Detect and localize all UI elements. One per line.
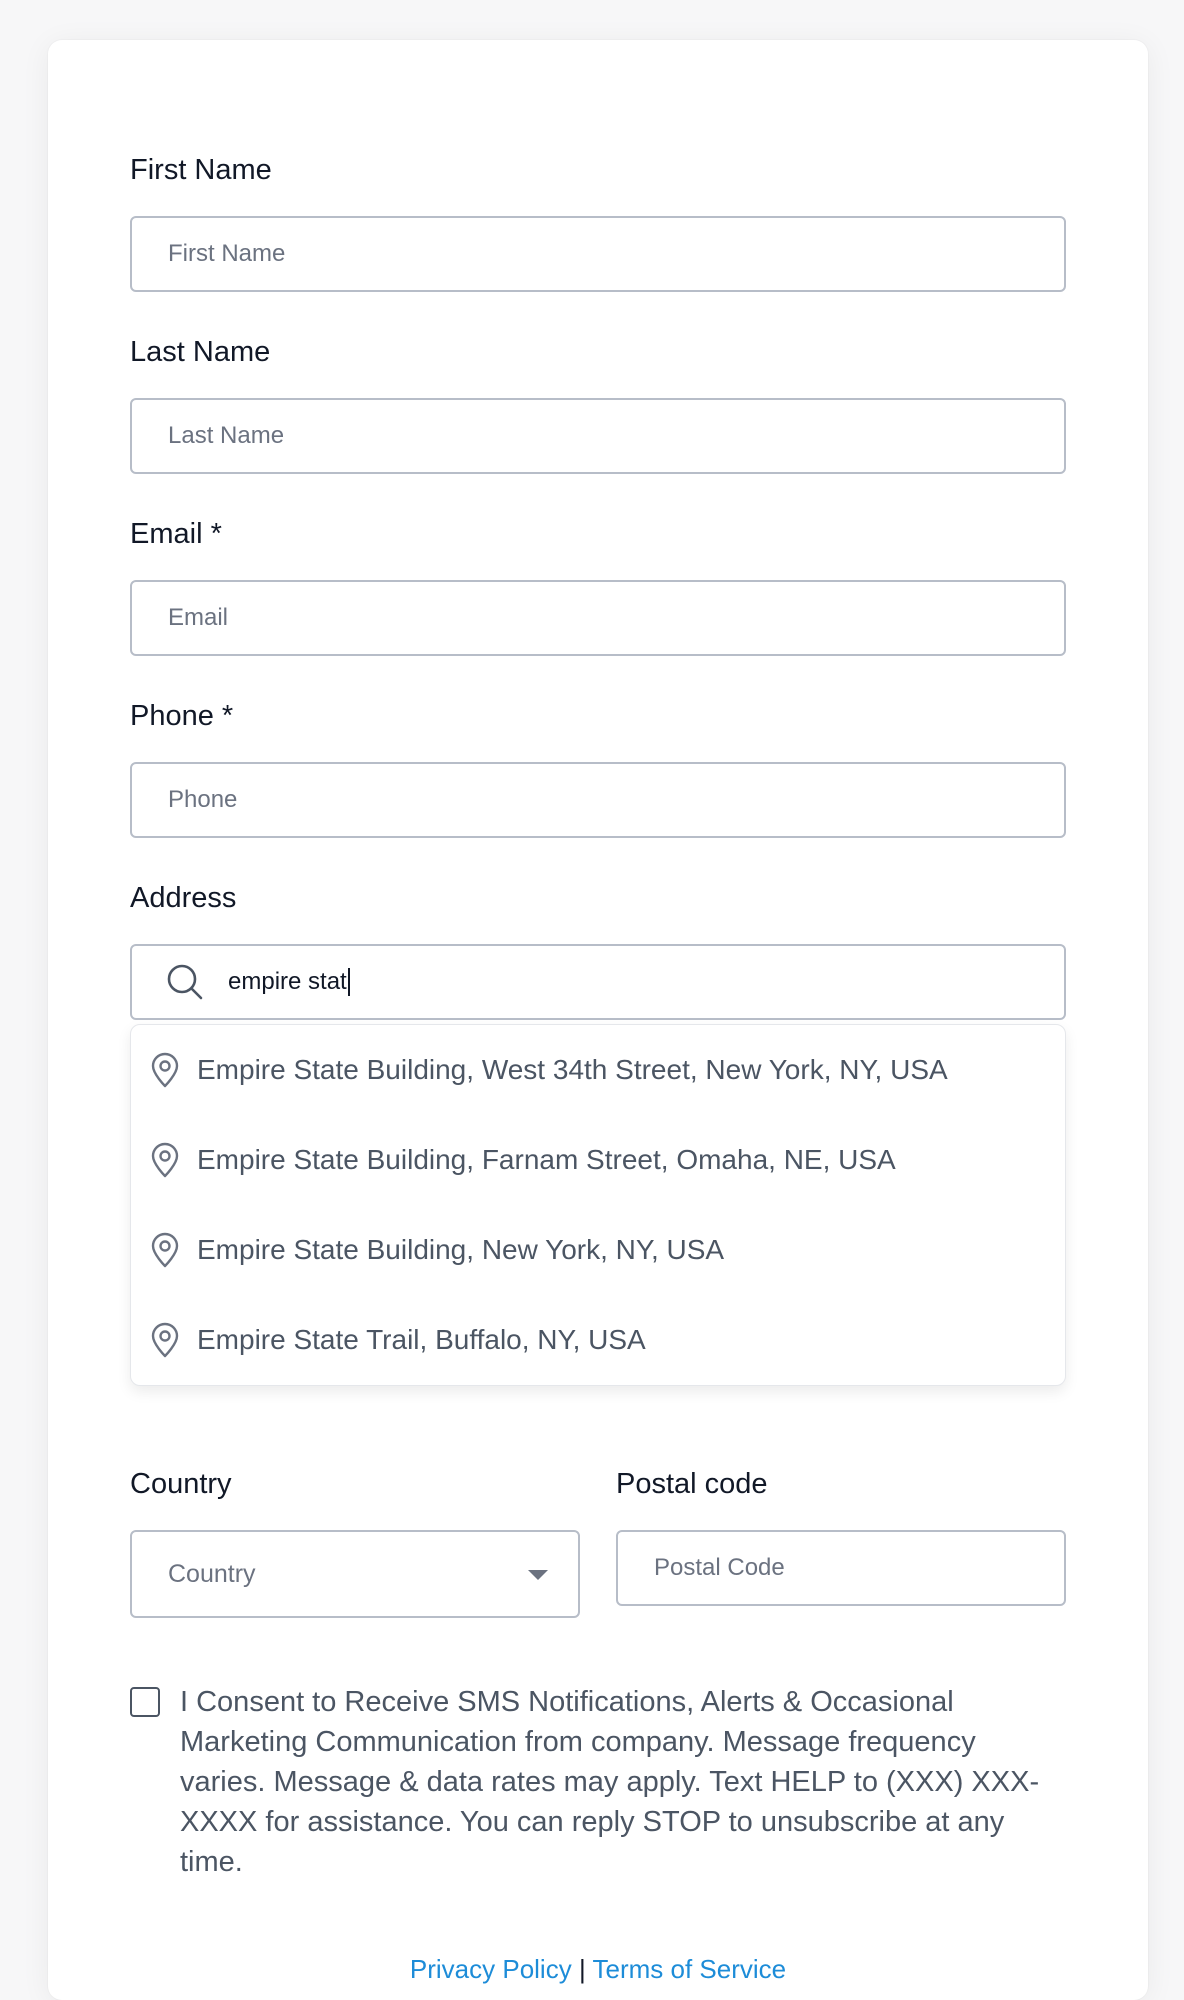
address-suggestions-dropdown: Empire State Building, West 34th Street,…	[130, 1024, 1066, 1386]
address-search-input[interactable]: empire stat	[130, 944, 1066, 1020]
address-suggestion[interactable]: Empire State Building, New York, NY, USA	[131, 1205, 1065, 1295]
consent-checkbox[interactable]	[130, 1687, 160, 1717]
map-pin-icon	[151, 1052, 179, 1088]
text-caret	[347, 968, 350, 997]
email-placeholder: Email	[168, 604, 229, 631]
address-suggestion[interactable]: Empire State Building, Farnam Street, Om…	[131, 1115, 1065, 1205]
map-pin-icon	[151, 1322, 179, 1358]
search-icon	[167, 964, 203, 1000]
email-input[interactable]: Email	[130, 580, 1066, 656]
address-suggestion-text: Empire State Building, West 34th Street,…	[197, 1054, 948, 1085]
form-card: First Name First Name Last Name Last Nam…	[48, 40, 1148, 2000]
address-suggestion-text: Empire State Building, Farnam Street, Om…	[197, 1144, 896, 1175]
first-name-label: First Name	[130, 154, 272, 186]
first-name-input[interactable]: First Name	[130, 216, 1066, 292]
address-suggestion[interactable]: Empire State Building, West 34th Street,…	[131, 1025, 1065, 1115]
country-select[interactable]: Country	[130, 1530, 580, 1618]
link-separator: |	[578, 1954, 586, 1984]
last-name-placeholder: Last Name	[168, 422, 285, 449]
country-placeholder: Country	[168, 1559, 256, 1588]
last-name-input[interactable]: Last Name	[130, 398, 1066, 474]
phone-placeholder: Phone	[168, 786, 238, 813]
address-suggestion-text: Empire State Trail, Buffalo, NY, USA	[197, 1324, 646, 1355]
country-label: Country	[130, 1468, 232, 1500]
phone-label: Phone *	[130, 700, 234, 732]
chevron-down-icon	[528, 1570, 548, 1580]
footer-links: Privacy Policy | Terms of Service	[48, 1954, 1148, 1985]
first-name-placeholder: First Name	[168, 240, 286, 267]
map-pin-icon	[151, 1232, 179, 1268]
consent-text: I Consent to Receive SMS Notifications, …	[180, 1686, 1040, 1878]
address-suggestion-text: Empire State Building, New York, NY, USA	[197, 1234, 725, 1265]
phone-input[interactable]: Phone	[130, 762, 1066, 838]
postal-code-input[interactable]: Postal Code	[616, 1530, 1066, 1606]
postal-code-label: Postal code	[616, 1468, 768, 1500]
terms-of-service-link[interactable]: Terms of Service	[592, 1954, 786, 1984]
address-label: Address	[130, 882, 237, 914]
address-suggestion[interactable]: Empire State Trail, Buffalo, NY, USA	[131, 1295, 1065, 1385]
email-label: Email *	[130, 518, 222, 550]
address-typed-value: empire stat	[228, 968, 350, 997]
map-pin-icon	[151, 1142, 179, 1178]
last-name-label: Last Name	[130, 336, 271, 368]
privacy-policy-link[interactable]: Privacy Policy	[410, 1954, 572, 1984]
postal-code-placeholder: Postal Code	[654, 1554, 785, 1581]
